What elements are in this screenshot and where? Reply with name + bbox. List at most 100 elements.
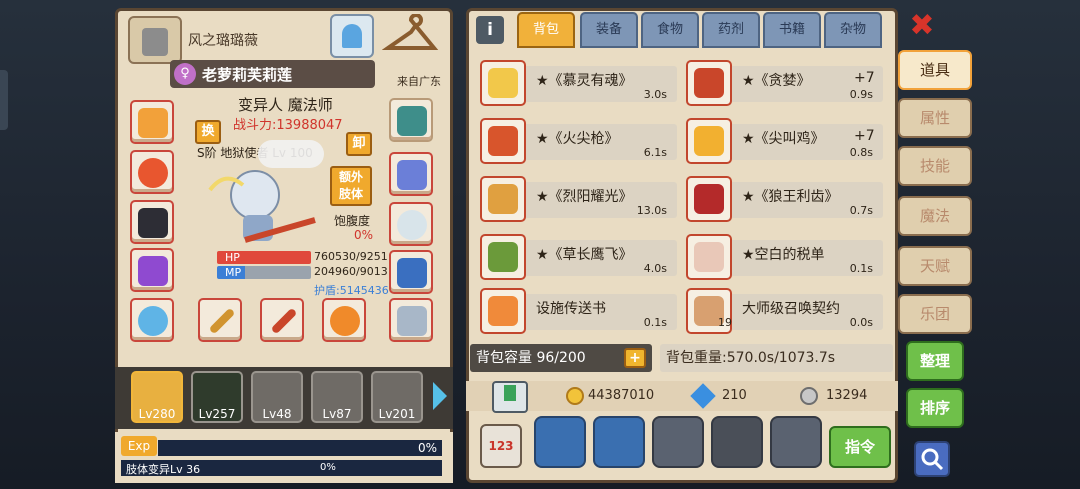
hero-card[interactable]: Lv48 — [251, 371, 303, 423]
tab-attributes[interactable]: 属性 — [898, 98, 972, 138]
satiety-value: 0% — [354, 228, 374, 242]
item-name: ★《火尖枪》 — [536, 131, 619, 147]
organize-button[interactable]: 整理 — [906, 341, 964, 381]
origin-label: 来自广东 — [397, 75, 441, 88]
search-icon[interactable] — [914, 441, 950, 477]
equip-slot-spear[interactable] — [260, 298, 304, 342]
tax-form-icon — [694, 242, 724, 272]
bag-item[interactable]: 大师级召唤契约 0.0s 19 — [686, 288, 883, 334]
bag-item[interactable]: ★《烈阳耀光》 13.0s — [480, 176, 677, 222]
swap-arrows-icon[interactable] — [770, 416, 822, 468]
tab-band[interactable]: 乐团 — [898, 294, 972, 334]
cloak-icon — [138, 208, 168, 238]
bag-item[interactable]: 设施传送书 0.1s — [480, 288, 677, 334]
tab-misc[interactable]: 杂物 — [824, 12, 882, 48]
boots-icon — [397, 258, 427, 288]
hero-next-arrow-icon[interactable] — [433, 382, 447, 410]
spear-icon — [488, 126, 518, 156]
hero-card[interactable]: Lv87 — [311, 371, 363, 423]
equip-slot-cloak[interactable] — [130, 200, 174, 244]
hero-card[interactable]: Lv257 — [191, 371, 243, 423]
shield-value: 护盾:5145436 — [314, 284, 389, 297]
exp-value: 0% — [418, 441, 438, 455]
equip-slot-gauntlet[interactable] — [389, 152, 433, 196]
hero-card[interactable]: Lv201 — [371, 371, 423, 423]
gold-coin-icon — [566, 387, 584, 405]
class-label: 变异人 魔法师 — [238, 96, 333, 114]
equip-slot-ring[interactable] — [130, 298, 174, 342]
swap-button[interactable]: 换 — [195, 120, 221, 144]
info-icon[interactable]: i — [476, 16, 504, 44]
staff-icon — [208, 307, 236, 335]
equip-slot-robot[interactable] — [389, 298, 433, 342]
tab-potion[interactable]: 药剂 — [702, 12, 760, 48]
tab-items[interactable]: 道具 — [898, 50, 972, 90]
equip-slot-mirror[interactable] — [389, 202, 433, 246]
equip-slot-shield[interactable] — [389, 98, 433, 142]
axe-icon — [694, 68, 724, 98]
tab-books[interactable]: 书籍 — [763, 12, 821, 48]
tab-magic[interactable]: 魔法 — [898, 196, 972, 236]
hero-level: Lv48 — [262, 407, 292, 421]
character-sprite — [205, 160, 325, 250]
equip-slot-robe[interactable] — [130, 248, 174, 292]
bag-item[interactable]: ★《狼王利齿》 0.7s — [686, 176, 883, 222]
empty-slot-icon[interactable] — [711, 416, 763, 468]
item-name: ★空白的税单 — [742, 247, 825, 263]
gold-amount: 44387010 — [588, 388, 655, 403]
download-icon[interactable] — [492, 381, 528, 413]
hanger-icon[interactable] — [381, 13, 440, 58]
tab-food[interactable]: 食物 — [641, 12, 699, 48]
item-time: 0.9s — [849, 88, 873, 101]
robe-icon — [138, 256, 168, 286]
expand-bag-button[interactable]: + — [624, 348, 646, 368]
bag-item[interactable]: ★《火尖枪》 6.1s — [480, 118, 677, 164]
hp-value: 760530/9251 — [314, 250, 388, 263]
item-time: 13.0s — [636, 204, 667, 217]
bag-weight: 背包重量:570.0s/1073.7s — [660, 344, 893, 372]
sort-number-button[interactable]: 123 — [480, 424, 522, 468]
unequip-button[interactable]: 卸 — [346, 132, 372, 156]
bag-item[interactable]: ★《尖叫鸡》 +7 0.8s — [686, 118, 883, 164]
tab-talent[interactable]: 天赋 — [898, 246, 972, 286]
mirror-icon — [397, 210, 427, 240]
amulet-icon — [138, 158, 168, 188]
sort-button[interactable]: 排序 — [906, 388, 964, 428]
bag-item[interactable]: ★《草长鹰飞》 4.0s — [480, 234, 677, 280]
hero-level: Lv87 — [322, 407, 352, 421]
extra-limb-button[interactable]: 额外 肢体 — [330, 166, 372, 206]
bag-item[interactable]: ★《贪婪》 +7 0.9s — [686, 60, 883, 106]
equip-slot-amulet[interactable] — [130, 150, 174, 194]
equip-slot-pumpkin[interactable] — [322, 298, 366, 342]
name-bar: ♀ 老萝莉芙莉莲 — [170, 60, 375, 88]
item-time: 0.8s — [849, 146, 873, 159]
ring-icon — [138, 306, 168, 336]
item-count: 19 — [718, 316, 732, 329]
bag-item[interactable]: ★《慕灵有魂》 3.0s — [480, 60, 677, 106]
snowflake-icon[interactable] — [593, 416, 645, 468]
limb-exp-value: 0% — [320, 462, 336, 473]
equip-slot-staff[interactable] — [198, 298, 242, 342]
bag-item[interactable]: ★空白的税单 0.1s — [686, 234, 883, 280]
star-icon[interactable] — [652, 416, 704, 468]
equip-slot-boots[interactable] — [389, 250, 433, 294]
tab-skills[interactable]: 技能 — [898, 146, 972, 186]
command-button[interactable]: 指令 — [829, 426, 891, 468]
axe-skill-icon[interactable] — [534, 416, 586, 468]
guild-name: 风之璐璐薇 — [188, 33, 258, 49]
tab-bag[interactable]: 背包 — [517, 12, 575, 48]
equip-slot-crown[interactable] — [130, 100, 174, 144]
tab-equipment[interactable]: 装备 — [580, 12, 638, 48]
hero-card[interactable]: Lv280 — [131, 371, 183, 423]
edge-handle[interactable] — [0, 70, 8, 130]
exp-bar — [158, 440, 442, 456]
extra-limb-label-1: 额外 — [338, 170, 363, 184]
satiety-label: 饱腹度 — [334, 214, 371, 228]
shield-icon — [397, 106, 427, 136]
teleport-icon[interactable] — [330, 14, 374, 58]
item-name: ★《贪婪》 — [742, 73, 811, 89]
robe-icon — [488, 68, 518, 98]
guild-emblem-icon[interactable] — [128, 16, 182, 64]
close-icon[interactable]: ✖ — [906, 10, 938, 42]
robot-icon — [397, 306, 427, 336]
